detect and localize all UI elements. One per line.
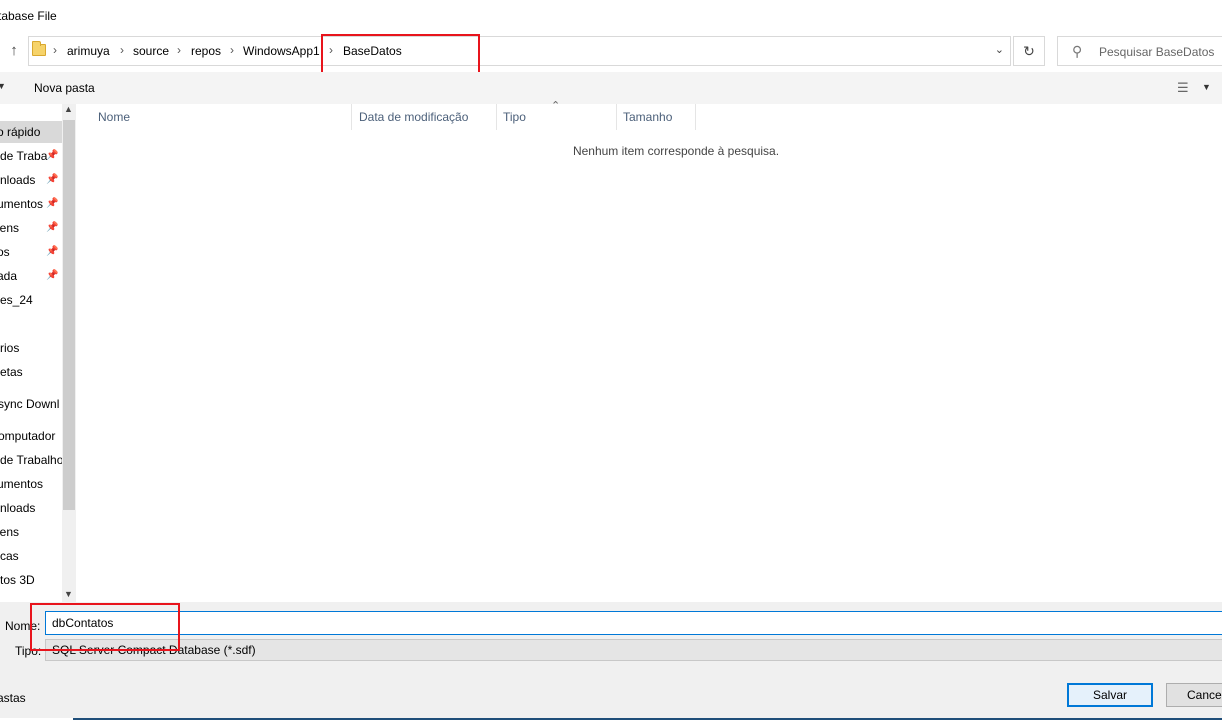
column-header-name[interactable]: Nome	[92, 104, 352, 130]
title-bar: tabase File	[0, 0, 1222, 32]
nav-item[interactable]: de Trabalho	[0, 449, 62, 471]
nav-item[interactable]: cas	[0, 545, 62, 567]
nav-item-this-pc[interactable]: omputador	[0, 425, 62, 447]
nav-item[interactable]: os 📌	[0, 241, 62, 263]
nav-item[interactable]: de Traba 📌	[0, 145, 62, 167]
breadcrumb-windowsapp1[interactable]: WindowsApp1	[243, 44, 320, 58]
nav-item[interactable]: etas	[0, 361, 62, 383]
nav-item-label: jens	[0, 525, 20, 539]
nav-item-quick-access[interactable]: o rápido	[0, 121, 62, 143]
scroll-down-icon[interactable]: ▼	[64, 589, 73, 599]
new-folder-button[interactable]: Nova pasta	[34, 81, 95, 95]
chevron-right-icon[interactable]: ›	[177, 43, 181, 57]
nav-item-label: ada	[0, 269, 18, 283]
nav-item[interactable]: umentos	[0, 473, 62, 495]
nav-item-label: nloads	[0, 501, 36, 515]
chevron-down-icon[interactable]: ▼	[1202, 82, 1211, 92]
nav-item[interactable]: nloads	[0, 497, 62, 519]
save-button[interactable]: Salvar	[1067, 683, 1153, 707]
hide-folders-toggle[interactable]: astas	[0, 691, 26, 705]
address-row: ↑ › arimuya › source › repos › WindowsAp…	[0, 32, 1222, 72]
scrollbar-thumb[interactable]	[63, 120, 75, 510]
pin-icon: 📌	[46, 222, 59, 233]
filename-input[interactable]: dbContatos	[45, 611, 1222, 635]
pin-icon: 📌	[46, 198, 59, 209]
window-title: tabase File	[0, 9, 57, 23]
nav-item-label: de Traba	[0, 149, 48, 163]
file-list: Nome Data de modificação Tipo ⌃ Tamanho …	[78, 100, 1222, 602]
nav-item-label: nloads	[0, 173, 36, 187]
empty-message: Nenhum item corresponde à pesquisa.	[572, 144, 780, 158]
search-placeholder: Pesquisar BaseDatos	[1099, 45, 1215, 59]
nav-item-label: omputador	[0, 429, 56, 443]
pin-icon: 📌	[46, 174, 59, 185]
chevron-right-icon[interactable]: ›	[53, 43, 57, 57]
sort-ascending-icon: ⌃	[551, 100, 561, 112]
chevron-right-icon[interactable]: ›	[120, 43, 124, 57]
pin-icon: 📌	[46, 246, 59, 257]
nav-item-label: sync Downl	[0, 397, 60, 411]
chevron-right-icon[interactable]: ›	[230, 43, 234, 57]
nav-item-label: jens	[0, 221, 20, 235]
file-type-select[interactable]: SQL Server Compact Database (*.sdf)	[45, 639, 1222, 661]
nav-item-label: umentos	[0, 477, 44, 491]
column-header-size[interactable]: Tamanho	[617, 104, 696, 130]
nav-item-label: umentos	[0, 197, 44, 211]
breadcrumb-source[interactable]: source	[133, 44, 169, 58]
pin-icon: 📌	[46, 270, 59, 281]
address-bar[interactable]: › arimuya › source › repos › WindowsApp1…	[28, 36, 1011, 66]
nav-item-label: cas	[0, 549, 19, 563]
column-header-date[interactable]: Data de modificação	[353, 104, 497, 130]
save-form: Nome: dbContatos Tipo: SQL Server Compac…	[0, 602, 1222, 722]
nav-item-label: etas	[0, 365, 23, 379]
bottom-strip	[0, 718, 73, 722]
scroll-up-icon[interactable]: ▲	[64, 104, 73, 114]
up-arrow-icon[interactable]: ↑	[4, 41, 24, 61]
bottom-edge	[73, 718, 1222, 722]
nav-item-label: o rápido	[0, 125, 41, 139]
nav-item-label: tos 3D	[0, 573, 35, 587]
nav-item[interactable]: tos 3D	[0, 569, 62, 591]
pin-icon: 📌	[46, 150, 59, 161]
refresh-button[interactable]: ↻	[1013, 36, 1045, 66]
nav-item-label: de Trabalho	[0, 453, 62, 467]
nav-item-label: os	[0, 245, 10, 259]
nav-item-label: rios	[0, 341, 20, 355]
type-label: Tipo:	[15, 644, 42, 658]
nav-item[interactable]: rios	[0, 337, 62, 359]
name-label: Nome:	[5, 619, 41, 633]
chevron-down-icon[interactable]: ⌄	[995, 43, 1004, 56]
view-options-icon[interactable]: ☰	[1177, 80, 1189, 96]
nav-item[interactable]: ada 📌	[0, 265, 62, 287]
nav-item[interactable]: jens	[0, 521, 62, 543]
navigation-pane: o rápido de Traba📌 nloads📌 umentos📌 jens…	[0, 104, 78, 602]
folder-icon	[32, 41, 46, 56]
breadcrumb-basedatos[interactable]: BaseDatos	[343, 44, 402, 58]
organize-dropdown-icon[interactable]: ▼	[0, 81, 6, 91]
search-input[interactable]: ⚲ Pesquisar BaseDatos	[1057, 36, 1222, 66]
toolbar: ▼ Nova pasta ☰ ▼	[0, 72, 1222, 104]
nav-item[interactable]: nloads 📌	[0, 169, 62, 191]
nav-item-label: es_24	[0, 293, 33, 307]
breadcrumb-repos[interactable]: repos	[191, 44, 221, 58]
nav-item[interactable]: umentos 📌	[0, 193, 62, 215]
chevron-right-icon[interactable]: ›	[329, 43, 333, 57]
breadcrumb-arimuya[interactable]: arimuya	[67, 44, 110, 58]
search-icon: ⚲	[1072, 43, 1083, 59]
cancel-button[interactable]: Cancel	[1166, 683, 1222, 707]
nav-item-onedrive[interactable]: sync Downl	[0, 393, 62, 415]
refresh-icon: ↻	[1023, 43, 1035, 59]
nav-item[interactable]: jens 📌	[0, 217, 62, 239]
nav-item[interactable]: es_24	[0, 289, 62, 311]
nav-scrollbar[interactable]: ▲ ▼	[62, 104, 76, 602]
